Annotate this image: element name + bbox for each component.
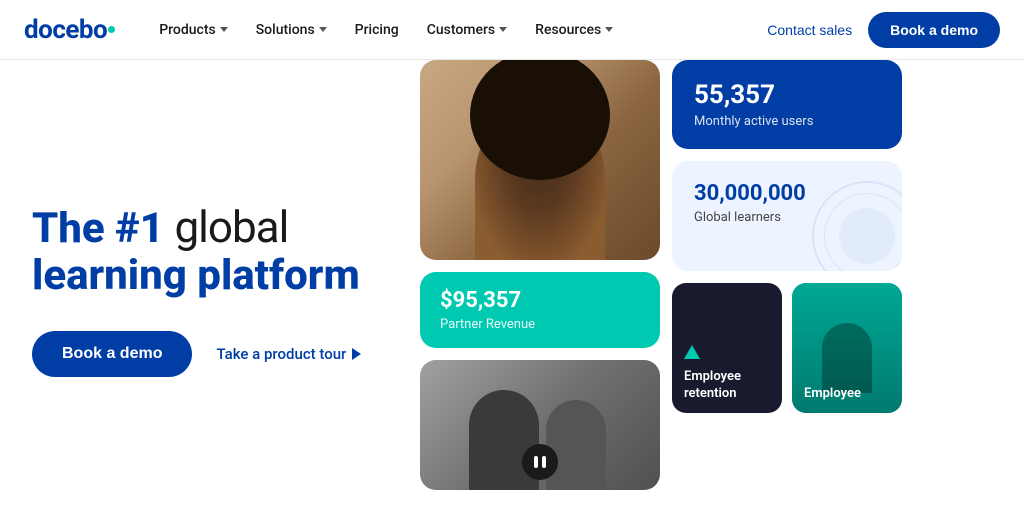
hero-heading: The #1 global learning platform bbox=[32, 203, 388, 298]
active-users-label: Monthly active users bbox=[694, 114, 880, 129]
chevron-down-icon bbox=[605, 27, 613, 32]
employee-retention-label: Employee retention bbox=[684, 369, 770, 403]
arrow-right-icon bbox=[352, 348, 361, 360]
main-content: The #1 global learning platform Book a d… bbox=[0, 60, 1024, 512]
bottom-small-cards: Employee retention Employee bbox=[672, 283, 902, 413]
book-demo-hero-button[interactable]: Book a demo bbox=[32, 331, 192, 377]
hero-actions: Book a demo Take a product tour bbox=[32, 331, 388, 377]
chevron-down-icon bbox=[319, 27, 327, 32]
pause-button[interactable] bbox=[522, 444, 558, 480]
nav-item-pricing[interactable]: Pricing bbox=[343, 14, 411, 46]
logo-text: docebo bbox=[24, 15, 107, 45]
employee-label: Employee bbox=[804, 386, 890, 403]
revenue-label: Partner Revenue bbox=[440, 317, 640, 332]
hero-right-content: $95,357 Partner Revenue 55,357 Monthly a… bbox=[420, 60, 1024, 512]
contact-sales-button[interactable]: Contact sales bbox=[767, 22, 852, 38]
nav-item-resources[interactable]: Resources bbox=[523, 14, 625, 46]
global-learners-card: 30,000,000 Global learners bbox=[672, 161, 902, 271]
trend-up-arrow-icon bbox=[684, 345, 700, 359]
active-users-number: 55,357 bbox=[694, 80, 880, 110]
employee-retention-card: Employee retention bbox=[672, 283, 782, 413]
nav-item-customers[interactable]: Customers bbox=[415, 14, 519, 46]
chevron-down-icon bbox=[499, 27, 507, 32]
nav-item-products[interactable]: Products bbox=[147, 14, 240, 46]
stats-column: 55,357 Monthly active users 30,000,000 G… bbox=[672, 60, 902, 413]
revenue-amount: $95,357 bbox=[440, 288, 640, 313]
navigation: docebo Products Solutions Pricing Custom… bbox=[0, 0, 1024, 60]
center-cards-column: $95,357 Partner Revenue bbox=[420, 60, 660, 490]
logo[interactable]: docebo bbox=[24, 15, 115, 45]
person-image bbox=[420, 60, 660, 260]
pause-icon bbox=[534, 456, 546, 468]
bottom-photo-card bbox=[420, 360, 660, 490]
person-photo-card bbox=[420, 60, 660, 260]
hero-section: The #1 global learning platform Book a d… bbox=[0, 60, 420, 512]
chevron-down-icon bbox=[220, 27, 228, 32]
product-tour-link[interactable]: Take a product tour bbox=[216, 345, 361, 363]
nav-item-solutions[interactable]: Solutions bbox=[244, 14, 339, 46]
active-users-card: 55,357 Monthly active users bbox=[672, 60, 902, 149]
employee-retention-content: Employee retention bbox=[672, 335, 782, 413]
nav-actions: Contact sales Book a demo bbox=[767, 12, 1000, 48]
employee-card-content: Employee bbox=[792, 376, 902, 413]
revenue-card: $95,357 Partner Revenue bbox=[420, 272, 660, 348]
book-demo-nav-button[interactable]: Book a demo bbox=[868, 12, 1000, 48]
logo-dot bbox=[108, 26, 115, 33]
nav-links: Products Solutions Pricing Customers Res… bbox=[147, 14, 767, 46]
global-text: global bbox=[174, 201, 288, 253]
employee-card: Employee bbox=[792, 283, 902, 413]
